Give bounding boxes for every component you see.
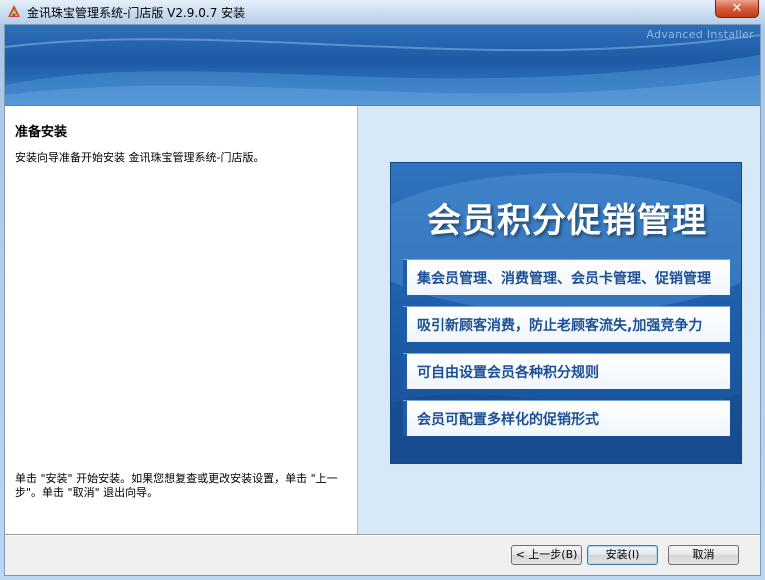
promo-item-text: 吸引新顾客消费，防止老顾客流失,加强竞争力 (417, 318, 703, 334)
back-button[interactable]: < 上一步(B) (511, 545, 582, 565)
close-button[interactable]: ✕ (715, 0, 759, 18)
install-button[interactable]: 安装(I) (587, 545, 658, 565)
promo-item: 可自由设置会员各种积分规则 (403, 353, 730, 389)
promo-item-accent (403, 260, 407, 295)
promo-item: 吸引新顾客消费，防止老顾客流失,加强竞争力 (403, 306, 730, 342)
install-hint: 单击 "安装" 开始安装。如果您想复查或更改安装设置，单击 "上一步"。单击 "… (15, 472, 338, 499)
page-description: 安装向导准备开始安装 金讯珠宝管理系统-门店版。 (15, 151, 265, 164)
installer-client: Advanced Installer 准备安装 安装向导准备开始安装 金讯珠宝管… (4, 24, 761, 576)
cancel-button[interactable]: 取消 (668, 545, 739, 565)
promo-item-accent (403, 307, 407, 342)
footer-divider-highlight (5, 535, 760, 536)
promo-item-accent (403, 354, 407, 389)
header-banner: Advanced Installer (5, 25, 760, 105)
promo-item-accent (403, 401, 407, 436)
content-pane: 准备安装 安装向导准备开始安装 金讯珠宝管理系统-门店版。 单击 "安装" 开始… (5, 106, 357, 534)
promo-title: 会员积分促销管理 (427, 201, 707, 241)
window-title: 金讯珠宝管理系统-门店版 V2.9.0.7 安装 (27, 6, 246, 20)
promo-item-text: 集会员管理、消费管理、会员卡管理、促销管理 (417, 271, 711, 287)
title-bar: 金讯珠宝管理系统-门店版 V2.9.0.7 安装 ✕ (0, 0, 765, 24)
page-heading: 准备安装 (15, 125, 68, 140)
brand-label: Advanced Installer (646, 28, 754, 41)
promo-item-text: 可自由设置会员各种积分规则 (417, 365, 599, 381)
promo-item-text: 会员可配置多样化的促销形式 (417, 412, 599, 428)
installer-window: 金讯珠宝管理系统-门店版 V2.9.0.7 安装 ✕ Advanced Inst… (0, 0, 765, 580)
promo-item: 会员可配置多样化的促销形式 (403, 400, 730, 436)
close-icon: ✕ (731, 1, 743, 16)
promo-item: 集会员管理、消费管理、会员卡管理、促销管理 (403, 259, 730, 295)
promo-panel: 会员积分促销管理 集会员管理、消费管理、会员卡管理、促销管理 吸引新顾客消费，防… (390, 162, 742, 464)
promo-pane: 会员积分促销管理 集会员管理、消费管理、会员卡管理、促销管理 吸引新顾客消费，防… (357, 106, 760, 534)
app-icon (8, 5, 20, 17)
